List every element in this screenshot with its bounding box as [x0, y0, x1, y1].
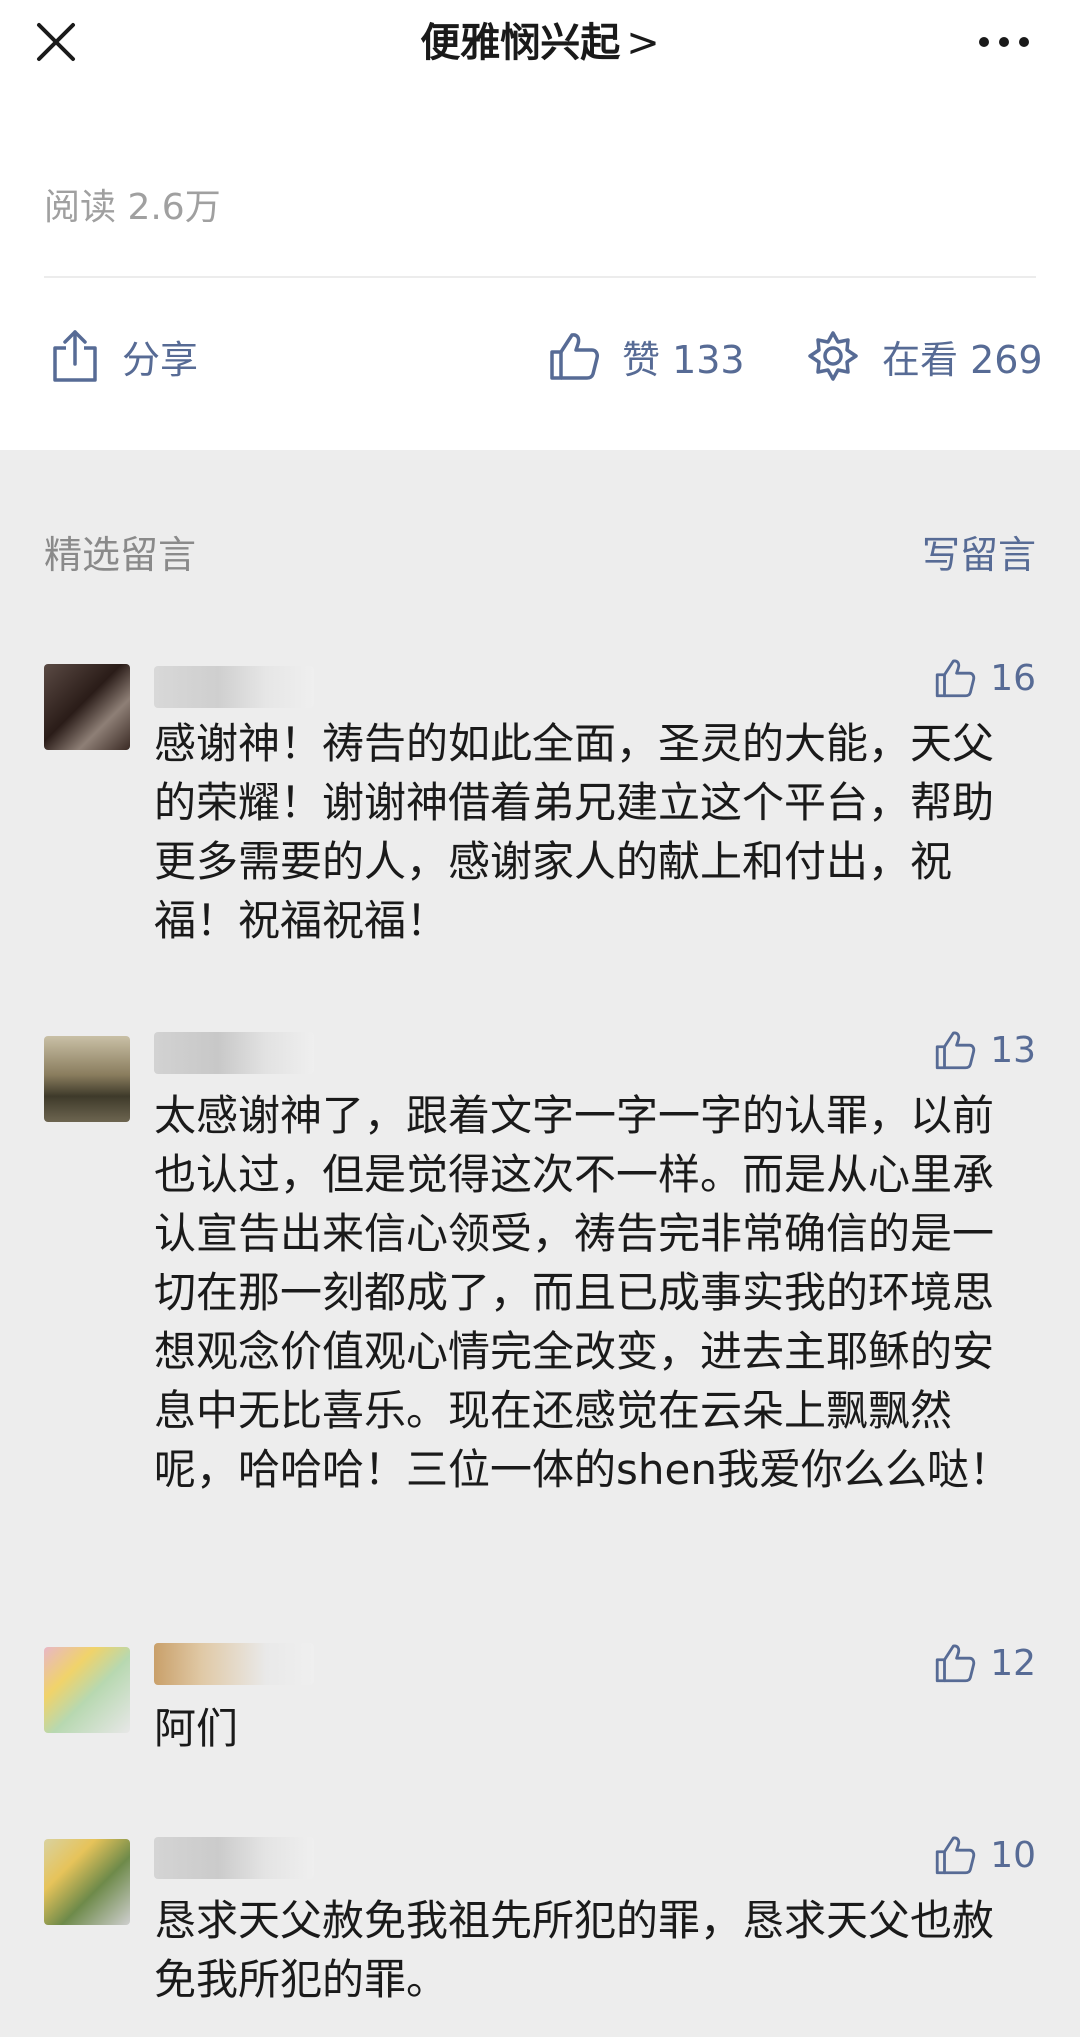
comment-like-count: 13	[990, 1029, 1036, 1071]
more-dots-icon	[979, 37, 1029, 47]
comment-like-button[interactable]: 16	[934, 656, 1036, 700]
write-comment-link[interactable]: 写留言	[922, 530, 1036, 580]
comment-item: 13 太感谢神了，跟着文字一字一字的认罪，以前也认过，但是觉得这次不一样。而是从…	[0, 1022, 1080, 1582]
avatar[interactable]	[44, 1839, 130, 1925]
nickname-blurred	[154, 1837, 314, 1879]
share-icon	[53, 330, 97, 382]
nickname-blurred	[154, 1643, 314, 1685]
comment-like-button[interactable]: 12	[934, 1641, 1036, 1685]
avatar[interactable]	[44, 664, 130, 750]
comment-text: 恳求天父赦免我祖先所犯的罪，恳求天父也赦免我所犯的罪。	[154, 1896, 995, 2004]
thumbs-up-icon	[936, 659, 976, 698]
top-bar: 便雅悯兴起 >	[0, 0, 1080, 84]
comments-title: 精选留言	[44, 533, 197, 577]
share-button[interactable]: 分享	[50, 326, 198, 386]
share-label: 分享	[122, 337, 199, 382]
comment-item: 12 阿们	[0, 1635, 1080, 1775]
comment-item: 16 感谢神！祷告的如此全面，圣灵的大能，天父的荣耀！谢谢神借着弟兄建立这个平台…	[0, 650, 1080, 950]
comment-like-button[interactable]: 13	[934, 1028, 1036, 1072]
account-name: 便雅悯兴起	[420, 20, 621, 66]
nickname-blurred	[154, 1032, 314, 1074]
thumbs-up-icon	[550, 333, 599, 380]
divider	[44, 276, 1036, 278]
comment-text: 太感谢神了，跟着文字一字一字的认罪，以前也认过，但是觉得这次不一样。而是从心里承…	[154, 1091, 1011, 1494]
comment-like-count: 12	[990, 1642, 1036, 1684]
nickname-blurred	[154, 666, 314, 708]
avatar[interactable]	[44, 1647, 130, 1733]
avatar[interactable]	[44, 1036, 130, 1122]
chevron-right-icon: >	[626, 20, 660, 66]
comment-item: 10 恳求天父赦免我祖先所犯的罪，恳求天父也赦免我所犯的罪。	[0, 1827, 1080, 2037]
comment-text: 感谢神！祷告的如此全面，圣灵的大能，天父的荣耀！谢谢神借着弟兄建立这个平台，帮助…	[154, 719, 995, 945]
comments-header: 精选留言 写留言	[0, 450, 1080, 600]
thumbs-up-icon	[936, 1836, 976, 1875]
wow-label: 在看 269	[882, 337, 1043, 382]
article-footer: 阅读 2.6万 分享 赞 133 在看 269	[0, 84, 1080, 450]
thumbs-up-icon	[936, 1031, 976, 1070]
comment-like-count: 10	[990, 1834, 1036, 1876]
thumbs-up-icon	[936, 1644, 976, 1683]
wow-button[interactable]: 在看 269	[806, 326, 1043, 386]
like-label: 赞 133	[622, 337, 745, 382]
comment-like-count: 16	[990, 657, 1036, 699]
more-button[interactable]	[976, 30, 1032, 54]
read-count: 阅读 2.6万	[44, 187, 221, 228]
account-title[interactable]: 便雅悯兴起 >	[0, 18, 1080, 68]
like-button[interactable]: 赞 133	[548, 326, 745, 386]
wow-star-icon	[808, 331, 858, 381]
comment-like-button[interactable]: 10	[934, 1833, 1036, 1877]
comment-text: 阿们	[154, 1704, 239, 1753]
